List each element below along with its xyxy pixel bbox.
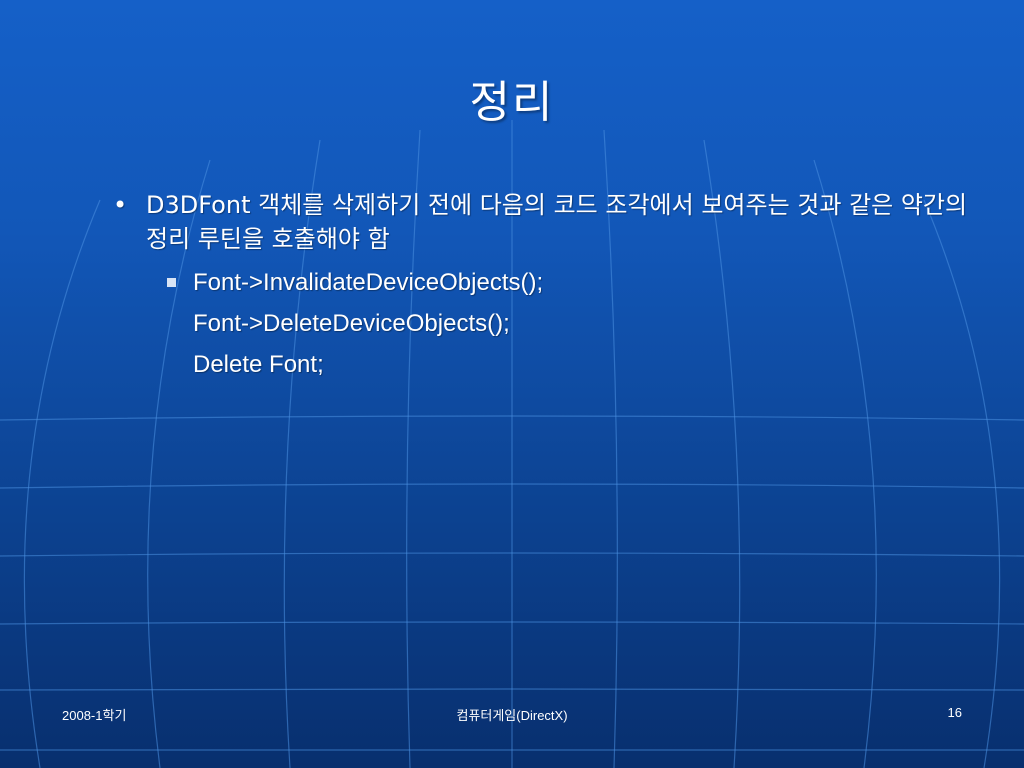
square-bullet-icon	[167, 278, 176, 287]
code-line: Font->InvalidateDeviceObjects();	[193, 269, 544, 296]
code-line: Delete Font;	[193, 351, 324, 378]
bullet-marker: •	[113, 191, 128, 219]
footer-course-title: 컴퓨터게임(DirectX)	[456, 708, 568, 723]
code-line: Font->DeleteDeviceObjects();	[193, 310, 510, 337]
slide-title: 정리	[469, 77, 555, 128]
bullet-item: • D3DFont 객체를 삭제하기 전에 다음의 코드 조각에서 보여주는 것…	[113, 188, 983, 256]
page-number: 16	[947, 705, 962, 720]
code-snippet: Font->InvalidateDeviceObjects(); Font->D…	[165, 262, 543, 385]
bullet-text: D3DFont 객체를 삭제하기 전에 다음의 코드 조각에서 보여주는 것과 …	[146, 191, 968, 253]
